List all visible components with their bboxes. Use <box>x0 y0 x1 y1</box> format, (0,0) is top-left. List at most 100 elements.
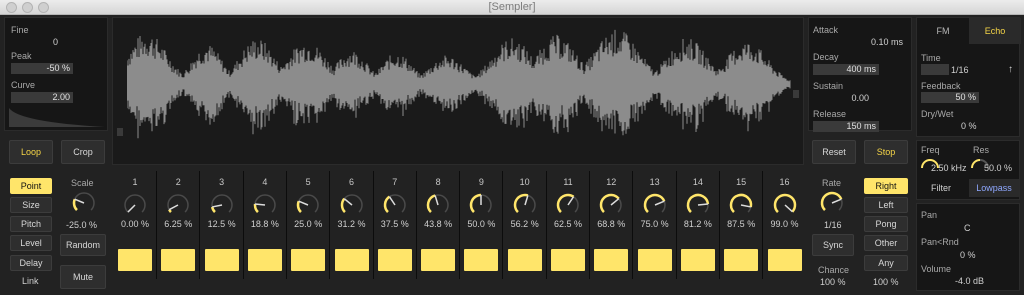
scale-knob[interactable] <box>69 189 99 215</box>
tab-echo[interactable]: Echo <box>969 18 1021 44</box>
feedback-field[interactable]: 50 % <box>921 92 979 103</box>
freq-label: Freq <box>921 145 940 155</box>
step-trigger-pad[interactable] <box>724 249 759 271</box>
step-value: 68.8 % <box>597 219 626 229</box>
time-value: 1/16 <box>951 65 969 75</box>
step-trigger-pad[interactable] <box>767 249 802 271</box>
tab-fm[interactable]: FM <box>917 18 969 44</box>
step-value: 18.8 % <box>250 219 279 229</box>
step-knob[interactable] <box>683 191 713 217</box>
sustain-value[interactable]: 0.00 <box>851 93 869 103</box>
decay-field[interactable]: 400 ms <box>813 64 879 75</box>
fine-value[interactable]: 0 <box>53 37 58 47</box>
step-value: 50.0 % <box>467 219 496 229</box>
step-knob[interactable] <box>596 191 626 217</box>
step-trigger-pad[interactable] <box>594 249 629 271</box>
loop-start-handle[interactable] <box>117 128 123 136</box>
window-titlebar: [Sempler] <box>0 0 1024 15</box>
random-button[interactable]: Random <box>60 234 106 256</box>
step-number: 4 <box>262 177 268 187</box>
knob-value-arc <box>600 193 621 213</box>
step-knob[interactable] <box>380 191 410 217</box>
rate-knob[interactable] <box>817 189 847 215</box>
direction-any-button[interactable]: Any <box>864 255 908 271</box>
step-knob[interactable] <box>553 191 583 217</box>
release-field[interactable]: 150 ms <box>813 121 879 132</box>
mute-button[interactable]: Mute <box>60 265 106 289</box>
direction-other-button[interactable]: Other <box>864 235 908 251</box>
knob-needle <box>298 200 309 206</box>
step-knob[interactable] <box>510 191 540 217</box>
filter-button[interactable]: Filter <box>931 183 951 193</box>
sync-button[interactable]: Sync <box>812 234 854 256</box>
step-knob[interactable] <box>337 191 367 217</box>
crop-button[interactable]: Crop <box>61 140 105 164</box>
mode-point-button[interactable]: Point <box>10 178 52 194</box>
direction-amount-value[interactable]: 100 % <box>873 277 899 287</box>
knob-needle <box>610 198 620 206</box>
volume-label: Volume <box>921 264 952 274</box>
chance-value[interactable]: 100 % <box>820 277 846 287</box>
step-value: 0.00 % <box>120 219 150 229</box>
pan-value[interactable]: C <box>964 223 971 233</box>
step-knob[interactable] <box>293 191 323 217</box>
step-column: 4 18.8 % <box>244 171 287 295</box>
step-trigger-pad[interactable] <box>421 249 456 271</box>
waveform <box>127 29 791 139</box>
mode-pitch-button[interactable]: Pitch <box>10 216 52 232</box>
step-column: 1 0.00 % <box>114 171 157 295</box>
step-column: 9 50.0 % <box>460 171 504 295</box>
step-trigger-pad[interactable] <box>204 249 239 271</box>
output-panel: Pan C Pan<Rnd 0 % Volume -4.0 dB <box>916 203 1020 291</box>
curve-field[interactable]: 2.00 <box>11 92 73 103</box>
sync-arrow-icon[interactable]: ↑ <box>1008 64 1013 75</box>
step-knob[interactable] <box>770 191 800 217</box>
step-knob[interactable] <box>726 191 756 217</box>
step-knob[interactable] <box>640 191 670 217</box>
peak-label: Peak <box>11 51 32 61</box>
knob-value-arc <box>340 197 346 213</box>
mode-size-button[interactable]: Size <box>10 197 52 213</box>
step-knob[interactable] <box>423 191 453 217</box>
step-trigger-pad[interactable] <box>334 249 369 271</box>
fx-panel: FM Echo Time 1/16 ↑ Feedback 50 % Dry/We… <box>916 17 1021 137</box>
step-knob[interactable] <box>207 191 237 217</box>
waveform-display[interactable] <box>112 17 804 165</box>
loop-end-handle[interactable] <box>793 90 799 98</box>
peak-field[interactable]: -50 % <box>11 63 73 74</box>
step-trigger-pad[interactable] <box>247 249 282 271</box>
filter-type-selector[interactable]: Lowpass <box>969 179 1019 197</box>
reset-button[interactable]: Reset <box>812 140 856 164</box>
mode-level-button[interactable]: Level <box>10 235 52 251</box>
time-slider[interactable] <box>921 64 949 75</box>
step-trigger-pad[interactable] <box>118 249 152 271</box>
step-knob[interactable] <box>120 191 150 217</box>
step-trigger-pad[interactable] <box>680 249 715 271</box>
mode-delay-button[interactable]: Delay <box>10 255 52 271</box>
pan-random-value[interactable]: 0 % <box>960 250 976 260</box>
step-value: 25.0 % <box>294 219 323 229</box>
step-knob[interactable] <box>466 191 496 217</box>
stop-button[interactable]: Stop <box>864 140 908 164</box>
step-trigger-pad[interactable] <box>551 249 585 271</box>
direction-left-button[interactable]: Left <box>864 197 908 213</box>
step-knob[interactable] <box>250 191 280 217</box>
step-trigger-pad[interactable] <box>507 249 542 271</box>
direction-right-button[interactable]: Right <box>864 178 908 194</box>
waveform-path <box>127 29 791 139</box>
volume-value[interactable]: -4.0 dB <box>955 276 984 286</box>
step-trigger-pad[interactable] <box>161 249 196 271</box>
curve-display <box>9 108 105 127</box>
drywet-value[interactable]: 0 % <box>961 121 977 131</box>
step-trigger-pad[interactable] <box>637 249 672 271</box>
step-trigger-pad[interactable] <box>377 249 412 271</box>
step-knob[interactable] <box>163 191 193 217</box>
step-trigger-pad[interactable] <box>291 249 326 271</box>
step-trigger-pad[interactable] <box>464 249 499 271</box>
knob-needle <box>434 195 439 206</box>
sustain-label: Sustain <box>813 81 844 91</box>
attack-value[interactable]: 0.10 ms <box>871 37 903 47</box>
loop-button[interactable]: Loop <box>9 140 53 164</box>
link-label[interactable]: Link <box>22 276 39 286</box>
direction-pong-button[interactable]: Pong <box>864 216 908 232</box>
